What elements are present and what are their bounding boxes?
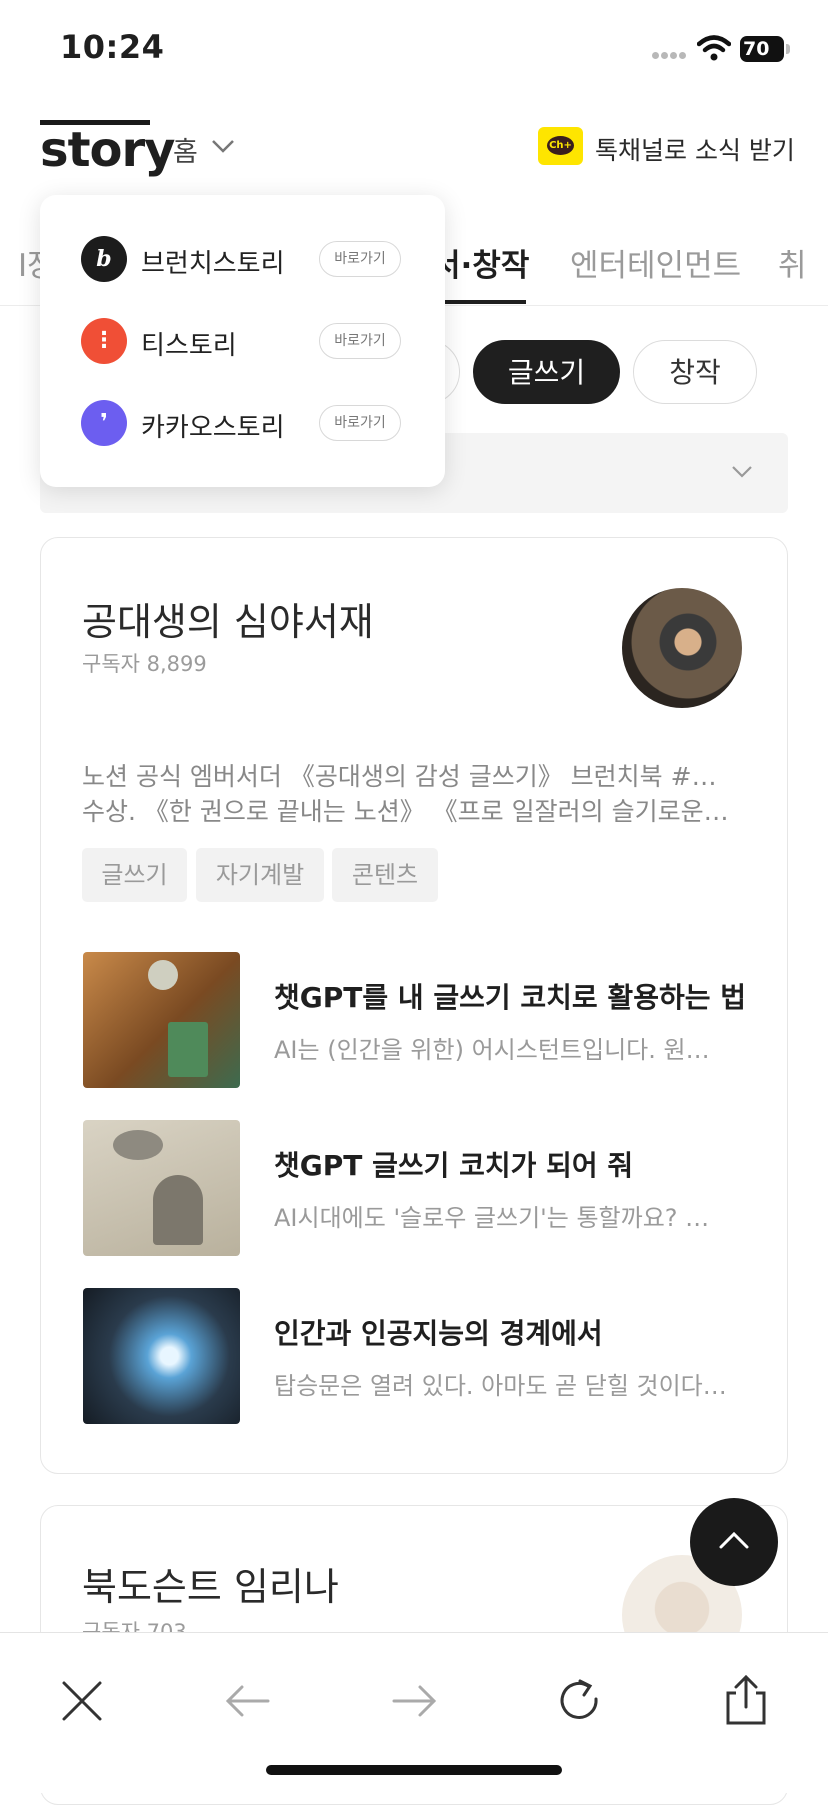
kakao-channel-link[interactable]: 톡채널로 소식 받기 xyxy=(595,131,795,167)
author-avatar[interactable] xyxy=(622,588,742,708)
post-thumbnail[interactable] xyxy=(83,952,240,1088)
chip-creation[interactable]: 창작 xyxy=(633,340,757,404)
subscriber-count: 구독자 8,899 xyxy=(82,652,207,676)
battery-tip xyxy=(786,44,790,54)
tag[interactable]: 글쓰기 xyxy=(82,848,187,902)
arrow-right-icon xyxy=(392,1685,437,1717)
author-description-line1: 노션 공식 엠버서더 《공대생의 감성 글쓰기》 브런치북 #3 금상 xyxy=(82,762,732,791)
chevron-up-icon xyxy=(719,1531,749,1549)
share-button[interactable] xyxy=(718,1673,774,1729)
arrow-left-icon xyxy=(225,1685,270,1717)
dropdown-item-kakaostory[interactable]: ❜ 카카오스토리 바로가기 xyxy=(40,393,445,453)
kakao-channel-icon[interactable]: Ch+ xyxy=(538,127,583,165)
post-excerpt: AI는 (인간을 위한) 어시스턴트입니다. 원하… xyxy=(274,1036,729,1064)
tab-creation[interactable]: 서·창작 xyxy=(432,240,529,285)
tag[interactable]: 콘텐츠 xyxy=(332,848,438,902)
post-thumbnail[interactable] xyxy=(83,1288,240,1424)
go-button[interactable]: 바로가기 xyxy=(319,405,401,441)
kakaostory-icon: ❜ xyxy=(81,400,127,446)
tistory-icon: ⋮ xyxy=(81,318,127,364)
tab-entertainment[interactable]: 엔터테인먼트 xyxy=(570,240,741,285)
reload-icon xyxy=(560,1679,598,1719)
status-time: 10:24 xyxy=(60,28,165,66)
home-indicator xyxy=(266,1765,562,1775)
tab-partial-right[interactable]: 취 xyxy=(778,240,807,285)
cellular-signal-icon xyxy=(652,50,688,60)
battery-icon: 70 xyxy=(740,36,784,62)
back-button[interactable] xyxy=(220,1673,276,1729)
go-button[interactable]: 바로가기 xyxy=(319,323,401,359)
post-thumbnail[interactable] xyxy=(83,1120,240,1256)
dropdown-item-tistory[interactable]: ⋮ 티스토리 바로가기 xyxy=(40,311,445,371)
share-icon xyxy=(726,1674,766,1725)
chevron-down-icon[interactable] xyxy=(210,138,236,154)
wifi-icon xyxy=(697,35,731,61)
chip-writing[interactable]: 글쓰기 xyxy=(473,340,620,404)
author-name[interactable]: 공대생의 심야서재 xyxy=(82,591,374,646)
post-excerpt: 탑승문은 열려 있다. 아마도 곧 닫힐 것이다. … xyxy=(274,1372,729,1400)
chevron-down-icon[interactable] xyxy=(730,465,754,479)
dropdown-item-label: 브런치스토리 xyxy=(141,249,285,279)
scroll-top-button[interactable] xyxy=(690,1498,778,1586)
service-dropdown: b 브런치스토리 바로가기 ⋮ 티스토리 바로가기 ❜ 카카오스토리 바로가기 xyxy=(40,195,445,487)
dropdown-item-label: 카카오스토리 xyxy=(141,413,285,443)
forward-button[interactable] xyxy=(386,1673,442,1729)
dropdown-item-label: 티스토리 xyxy=(141,331,237,361)
brunch-icon: b xyxy=(81,236,127,282)
reload-button[interactable] xyxy=(552,1673,608,1729)
active-tab-indicator xyxy=(438,300,526,304)
author-description-line2: 수상. 《한 권으로 끝내는 노션》 《프로 일잘러의 슬기로운 노… xyxy=(82,797,732,826)
go-button[interactable]: 바로가기 xyxy=(319,241,401,277)
browser-toolbar xyxy=(0,1632,828,1793)
dropdown-item-brunch[interactable]: b 브런치스토리 바로가기 xyxy=(40,229,445,289)
close-icon xyxy=(62,1681,102,1721)
close-button[interactable] xyxy=(54,1673,110,1729)
post-excerpt: AI시대에도 '슬로우 글쓰기'는 통할까요? 글… xyxy=(274,1204,729,1232)
post-title[interactable]: 챗GPT를 내 글쓰기 코치로 활용하는 법 xyxy=(274,976,746,1016)
post-title[interactable]: 챗GPT 글쓰기 코치가 되어 줘 xyxy=(274,1144,633,1184)
tag[interactable]: 자기계발 xyxy=(196,848,324,902)
home-selector[interactable]: 홈 xyxy=(173,130,198,169)
post-title[interactable]: 인간과 인공지능의 경계에서 xyxy=(274,1312,603,1352)
author-name[interactable]: 북도슨트 임리나 xyxy=(82,1556,339,1611)
